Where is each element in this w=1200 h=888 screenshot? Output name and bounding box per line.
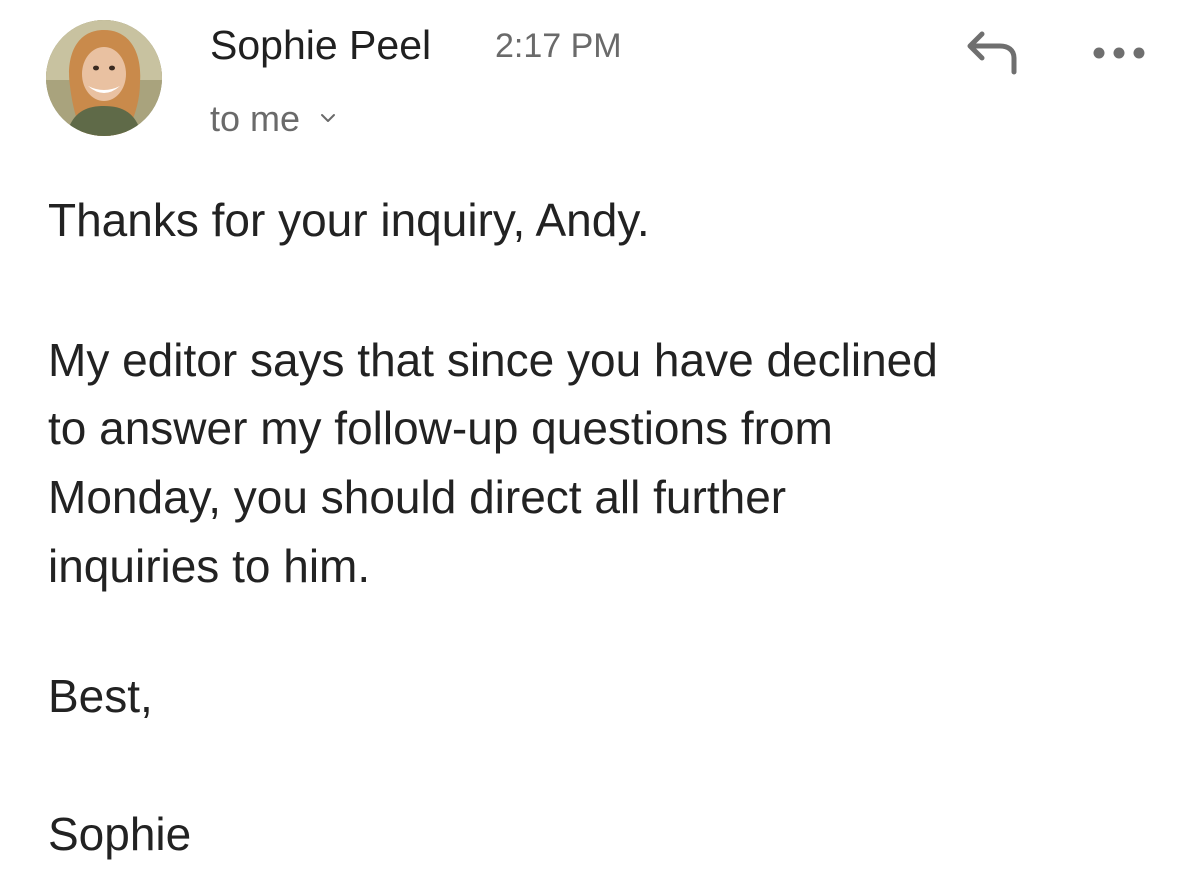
message-line: inquiries to him. xyxy=(48,540,371,592)
chevron-down-icon xyxy=(320,88,336,134)
sender-name[interactable]: Sophie Peel xyxy=(210,20,431,70)
message-time: 2:17 PM xyxy=(495,27,622,65)
message-closing: Best, xyxy=(48,670,153,722)
sender-avatar[interactable] xyxy=(46,20,162,136)
email-message-view: Sophie Peel 2:17 PM to me Thanks for you… xyxy=(0,0,1200,888)
recipient-label: to me xyxy=(210,98,301,139)
message-greeting: Thanks for your inquiry, Andy. xyxy=(48,194,650,246)
message-line: Monday, you should direct all further xyxy=(48,471,787,523)
more-options-icon[interactable] xyxy=(1090,40,1148,66)
message-line: My editor says that since you have decli… xyxy=(48,334,938,386)
recipient-toggle[interactable]: to me xyxy=(210,88,336,142)
message-signature: Sophie xyxy=(48,808,192,860)
message-line: to answer my follow-up questions from xyxy=(48,402,833,454)
avatar-photo-icon xyxy=(46,20,162,136)
reply-icon[interactable] xyxy=(958,24,1024,82)
